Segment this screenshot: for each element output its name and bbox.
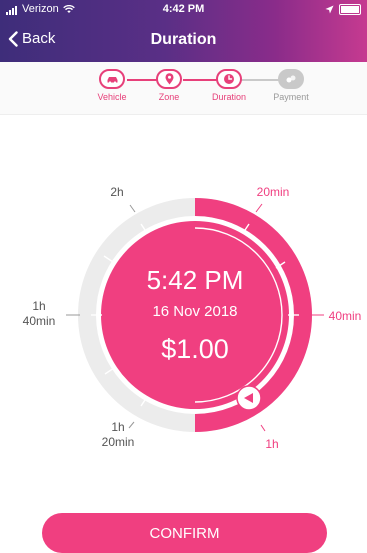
step-label: Vehicle [97, 92, 127, 102]
status-bar: Verizon 4:42 PM [0, 0, 367, 20]
app-header: Verizon 4:42 PM Back Duration [0, 0, 367, 62]
step-vehicle[interactable]: Vehicle [82, 69, 142, 102]
label-2h: 2h [110, 185, 123, 199]
duration-dial[interactable]: 5:42 PM 16 Nov 2018 $1.00 2h 20min 40min… [0, 150, 367, 480]
car-icon [99, 69, 125, 89]
label-1h-20min-minutes: 20min [102, 435, 135, 449]
end-time: 5:42 PM [147, 265, 244, 295]
location-arrow-icon [325, 5, 334, 14]
payment-icon [278, 69, 304, 89]
step-payment[interactable]: Payment [261, 69, 321, 102]
step-zone[interactable]: Zone [139, 69, 199, 102]
label-1h-20min-hours: 1h [111, 420, 124, 434]
end-date: 16 Nov 2018 [152, 303, 237, 320]
step-label: Zone [158, 92, 180, 102]
nav-bar: Back Duration [0, 22, 367, 60]
status-time: 4:42 PM [162, 3, 205, 15]
step-label: Duration [211, 92, 247, 102]
status-right [325, 4, 361, 15]
step-label: Payment [273, 92, 309, 102]
location-pin-icon [156, 69, 182, 89]
label-40min: 40min [329, 309, 362, 323]
clock-icon [216, 69, 242, 89]
label-1h-40min-hours: 1h [32, 299, 45, 313]
price: $1.00 [161, 334, 229, 364]
page-title: Duration [150, 31, 217, 48]
label-1h: 1h [265, 437, 278, 451]
label-1h-40min-minutes: 40min [23, 314, 56, 328]
confirm-button[interactable]: CONFIRM [42, 513, 327, 553]
label-20min: 20min [257, 185, 290, 199]
battery-icon [339, 4, 361, 15]
progress-stepper: Vehicle Zone Duration Payment [0, 62, 367, 115]
step-duration[interactable]: Duration [199, 69, 259, 102]
